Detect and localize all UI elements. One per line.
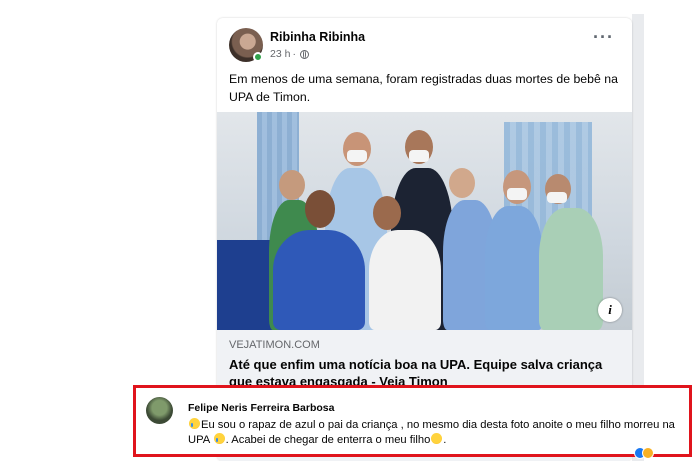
photo-person <box>485 206 543 330</box>
photo-mask <box>347 150 367 162</box>
post-text: Em menos de uma semana, foram registrada… <box>229 72 618 104</box>
post-author[interactable]: Ribinha Ribinha <box>270 30 365 44</box>
comment-text-end: . <box>443 434 447 446</box>
highlighted-comment: Felipe Neris Ferreira Barbosa Eu sou o r… <box>133 385 692 457</box>
link-domain: VEJATIMON.COM <box>229 339 320 351</box>
post-meta: 23 h · <box>270 48 309 60</box>
photo-person <box>369 230 441 330</box>
online-status-icon <box>253 52 263 62</box>
photo-person-head <box>373 196 401 230</box>
photo-person <box>539 208 603 330</box>
photo-person-head <box>449 168 475 198</box>
post-time[interactable]: 23 h <box>270 48 290 60</box>
globe-icon <box>299 49 309 59</box>
photo-person-head <box>305 190 335 228</box>
meta-separator: · <box>292 48 296 60</box>
photo-mask <box>409 150 429 162</box>
photo-mask <box>547 192 567 203</box>
comment-text-part2: . Acabei de chegar de enterra o meu filh… <box>225 434 431 446</box>
comment-reactions[interactable] <box>634 447 654 459</box>
commenter-avatar[interactable] <box>146 397 173 424</box>
comment-text: Eu sou o rapaz de azul o pai da criança … <box>188 418 688 448</box>
sad-face-icon <box>431 433 443 444</box>
info-icon[interactable]: i <box>598 298 622 322</box>
photo-mask <box>507 188 527 200</box>
post-photo[interactable]: i <box>217 112 632 330</box>
photo-person-head <box>279 170 305 200</box>
photo-person <box>273 230 365 330</box>
sad-reaction-icon <box>642 447 654 459</box>
comment-author[interactable]: Felipe Neris Ferreira Barbosa <box>188 402 334 414</box>
photo-bed <box>217 240 277 330</box>
crying-face-icon <box>189 418 200 429</box>
more-horizontal-icon[interactable]: ··· <box>593 28 614 46</box>
post-header: Ribinha Ribinha 23 h · ··· <box>217 18 632 68</box>
crying-face-icon <box>213 433 225 444</box>
